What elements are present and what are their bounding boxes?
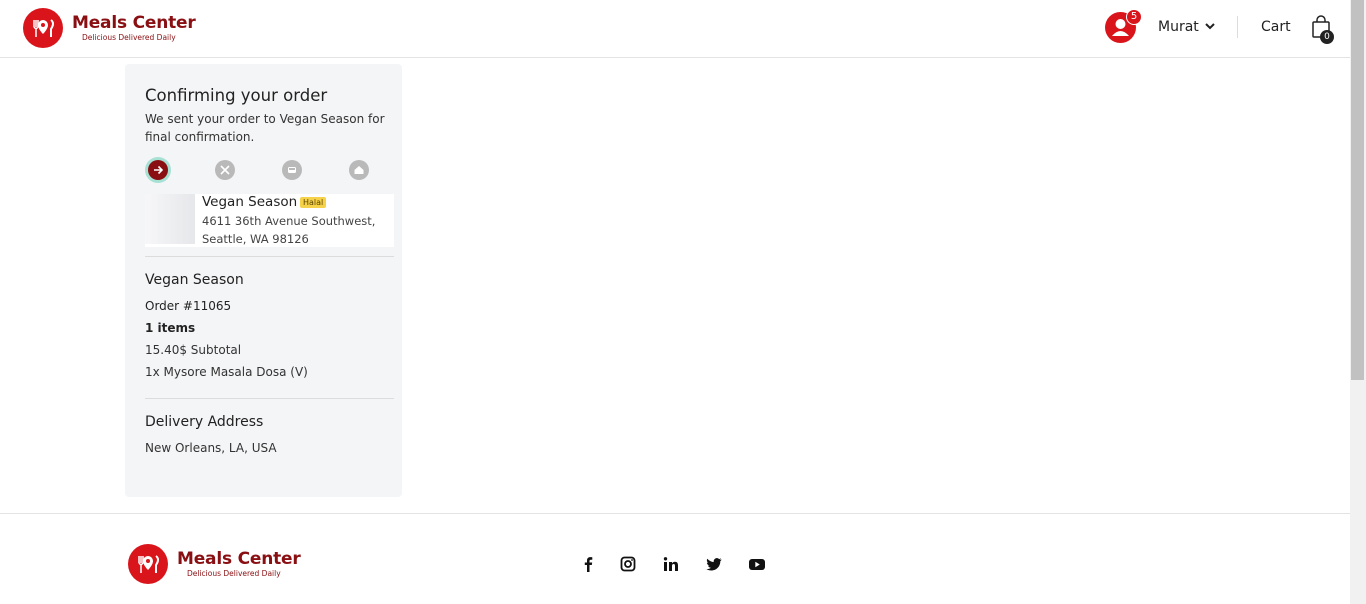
brand-logo[interactable]: Meals Center Delicious Delivered Daily: [23, 8, 196, 48]
divider: [145, 398, 394, 399]
arrow-right-icon: [154, 165, 164, 175]
footer-brand-logo[interactable]: Meals Center Delicious Delivered Daily: [128, 544, 301, 584]
footer-brand-tagline: Delicious Delivered Daily: [187, 569, 281, 578]
logo-icon: [128, 544, 168, 584]
restaurant-image: [145, 194, 195, 244]
scrollbar-thumb[interactable]: [1351, 0, 1364, 380]
youtube-icon[interactable]: [748, 556, 766, 572]
step-confirming: [148, 160, 168, 180]
restaurant-info[interactable]: Vegan Season Halal 4611 36th Avenue Sout…: [145, 194, 394, 247]
brand-tagline: Delicious Delivered Daily: [82, 33, 176, 42]
logo-icon: [23, 8, 63, 48]
restaurant-name[interactable]: Vegan Season: [202, 194, 297, 210]
cart-link[interactable]: Cart: [1261, 19, 1291, 35]
utensils-icon: [220, 165, 230, 175]
instagram-icon[interactable]: [620, 556, 636, 572]
step-on-the-way: [282, 160, 302, 180]
restaurant-address: 4611 36th Avenue Southwest, Seattle, WA …: [202, 214, 376, 246]
order-status-title: Confirming your order: [145, 86, 328, 105]
notification-badge: 5: [1126, 9, 1142, 25]
user-menu[interactable]: 5 Murat: [1105, 9, 1215, 43]
summary-restaurant-name: Vegan Season: [145, 272, 244, 288]
footer-divider: [0, 513, 1350, 514]
footer-brand-name: Meals Center: [177, 549, 301, 569]
chevron-down-icon[interactable]: [1204, 20, 1216, 32]
order-number: Order #11065: [145, 299, 232, 313]
step-preparing: [215, 160, 235, 180]
brand-name: Meals Center: [72, 13, 196, 33]
order-status-card: Confirming your order We sent your order…: [125, 64, 402, 497]
delivery-address-title: Delivery Address: [145, 414, 264, 430]
header-divider: [1237, 16, 1238, 38]
step-delivered: [349, 160, 369, 180]
home-icon: [354, 166, 364, 174]
order-status-description: We sent your order to Vegan Season for f…: [145, 112, 385, 144]
delivery-address-value: New Orleans, LA, USA: [145, 441, 277, 455]
car-icon: [288, 167, 296, 173]
linkedin-icon[interactable]: [663, 556, 679, 572]
twitter-icon[interactable]: [706, 556, 722, 572]
halal-badge: Halal: [300, 197, 327, 208]
items-count: 1 items: [145, 321, 196, 335]
user-avatar-icon[interactable]: 5: [1105, 9, 1142, 43]
user-name[interactable]: Murat: [1158, 19, 1199, 35]
divider: [145, 256, 394, 257]
top-header: Meals Center Delicious Delivered Daily 5…: [0, 0, 1350, 58]
facebook-icon[interactable]: [581, 556, 595, 572]
order-item-line: 1x Mysore Masala Dosa (V): [145, 365, 308, 379]
cart-count-badge: 0: [1320, 30, 1334, 44]
order-subtotal: 15.40$ Subtotal: [145, 343, 242, 357]
